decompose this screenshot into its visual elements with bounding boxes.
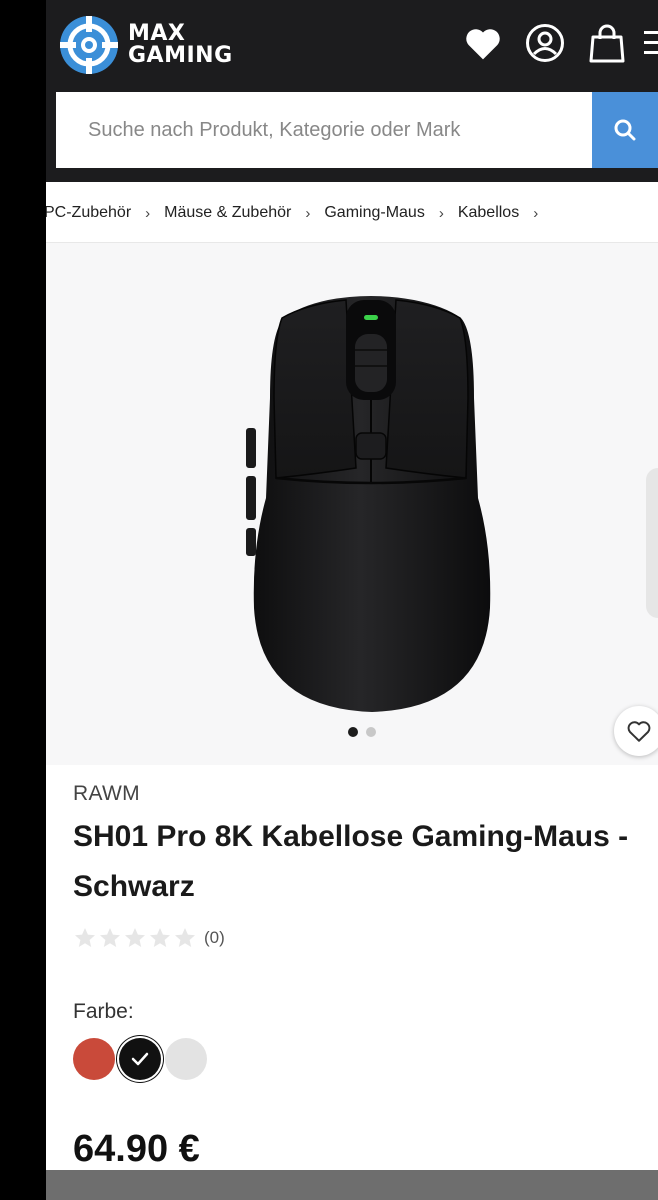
- breadcrumb-item-pc-zubehoer[interactable]: PC-Zubehör: [46, 204, 131, 222]
- product-title: SH01 Pro 8K Kabellose Gaming-Maus - Schw…: [73, 820, 629, 903]
- color-label: Farbe:: [73, 1000, 134, 1023]
- star-empty-icon: [175, 928, 195, 947]
- wishlist-button[interactable]: [462, 22, 504, 64]
- breadcrumb-separator: ›: [145, 204, 151, 222]
- color-swatch-white[interactable]: [165, 1038, 207, 1080]
- breadcrumb-separator: ›: [305, 204, 311, 222]
- search-button[interactable]: [592, 92, 658, 168]
- product-page: MAX GAMING Suche nach Produkt, Kategorie…: [46, 0, 658, 1200]
- logo-wordmark: MAX GAMING: [128, 23, 233, 67]
- breadcrumb-separator: ›: [438, 204, 444, 222]
- logo-crosshair-icon: [60, 16, 118, 74]
- site-header: MAX GAMING: [46, 0, 658, 182]
- star-empty-icon: [75, 928, 95, 947]
- color-swatch-red[interactable]: [73, 1038, 115, 1080]
- site-logo[interactable]: MAX GAMING: [58, 14, 233, 76]
- gallery-dot-active[interactable]: [348, 727, 358, 737]
- product-gallery[interactable]: [46, 243, 658, 765]
- cart-button[interactable]: [586, 22, 628, 64]
- header-actions: [442, 22, 658, 64]
- breadcrumb-separator: ›: [533, 204, 539, 222]
- menu-button[interactable]: [644, 22, 658, 64]
- star-empty-icon: [125, 928, 145, 947]
- search-input[interactable]: [56, 92, 592, 168]
- product-brand[interactable]: RAWM: [73, 782, 140, 806]
- account-button[interactable]: [524, 22, 566, 64]
- sticky-bottom-bar: [46, 1170, 658, 1200]
- product-price: 64.90 €: [73, 1128, 200, 1170]
- product-rating[interactable]: (0): [73, 926, 225, 950]
- add-to-wishlist-button[interactable]: [614, 706, 658, 756]
- star-empty-icon: [150, 928, 170, 947]
- menu-icon: [644, 31, 658, 54]
- account-icon: [526, 24, 564, 62]
- breadcrumb-item-gaming-maus[interactable]: Gaming-Maus: [324, 204, 424, 222]
- logo-line-1: MAX: [128, 21, 186, 46]
- rating-count: (0): [204, 928, 225, 947]
- heart-outline-icon: [627, 721, 651, 742]
- breadcrumb-item-kabellos[interactable]: Kabellos: [458, 204, 519, 222]
- next-image-peek[interactable]: [646, 468, 658, 618]
- search-icon: [614, 119, 636, 141]
- gallery-dot[interactable]: [366, 727, 376, 737]
- search-bar: [56, 92, 658, 168]
- logo-line-2: GAMING: [128, 43, 233, 68]
- color-swatch-black-selected[interactable]: [119, 1038, 161, 1080]
- star-empty-icon: [100, 928, 120, 947]
- breadcrumb-item-maeuse-zubehoer[interactable]: Mäuse & Zubehör: [164, 204, 291, 222]
- color-swatches: [73, 1038, 211, 1080]
- breadcrumb: PC-Zubehör › Mäuse & Zubehör › Gaming-Ma…: [46, 200, 552, 226]
- cart-bag-icon: [589, 24, 625, 63]
- heart-icon: [466, 29, 500, 60]
- checkmark-icon: [131, 1052, 149, 1066]
- mouse-image: [246, 296, 491, 712]
- gallery-pagination: [348, 727, 384, 737]
